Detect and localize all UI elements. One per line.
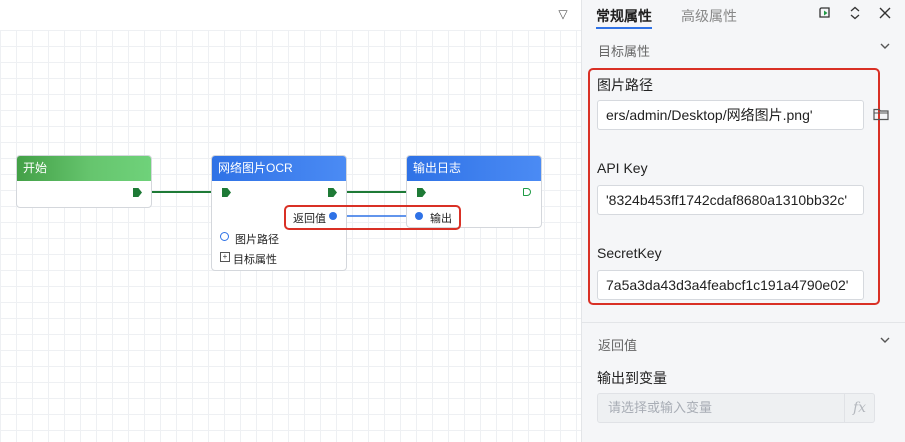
node-ocr-title: 网络图片OCR	[212, 156, 346, 181]
node-start[interactable]: 开始	[16, 155, 152, 208]
tab-active-indicator	[596, 27, 652, 29]
node-log-out-port[interactable]	[523, 188, 531, 196]
node-ocr-param-target: 目标属性	[233, 254, 277, 266]
chevron-down-icon[interactable]	[879, 40, 891, 55]
run-icon[interactable]	[816, 4, 834, 22]
highlight-fields-box	[588, 68, 880, 305]
node-ocr-param-port[interactable]	[220, 232, 229, 241]
highlight-connection-box	[284, 205, 461, 230]
section-target-header[interactable]: 目标属性	[582, 33, 905, 63]
folder-icon[interactable]	[873, 107, 889, 121]
expand-collapse-icon[interactable]	[846, 4, 864, 22]
tab-advanced[interactable]: 高级属性	[681, 6, 737, 26]
panel-tabs: 常规属性 高级属性	[582, 0, 905, 30]
flow-canvas[interactable]: ▽ 开始 网络图片OCR 返回值 图片路径 + 目标属性 输出日志 输出	[0, 0, 581, 442]
output-var-input[interactable]: 请选择或输入变量	[597, 393, 845, 423]
section-return-title: 返回值	[598, 338, 638, 353]
node-log-title: 输出日志	[407, 156, 541, 181]
section-target-title: 目标属性	[598, 44, 651, 59]
fx-button[interactable]: fx	[845, 393, 875, 423]
node-ocr-param-image-path: 图片路径	[235, 234, 279, 246]
chevron-down-icon[interactable]	[879, 334, 891, 349]
section-divider	[582, 322, 905, 323]
output-var-label: 输出到变量	[597, 370, 667, 386]
section-return-header[interactable]: 返回值	[582, 327, 905, 357]
expand-plus-icon[interactable]: +	[220, 252, 230, 262]
tab-general[interactable]: 常规属性	[596, 6, 652, 26]
close-icon[interactable]	[876, 4, 894, 22]
node-start-title: 开始	[17, 156, 151, 181]
properties-panel: 常规属性 高级属性 目标属性 图片路径 ers/admin/Desktop/网络…	[581, 0, 905, 442]
